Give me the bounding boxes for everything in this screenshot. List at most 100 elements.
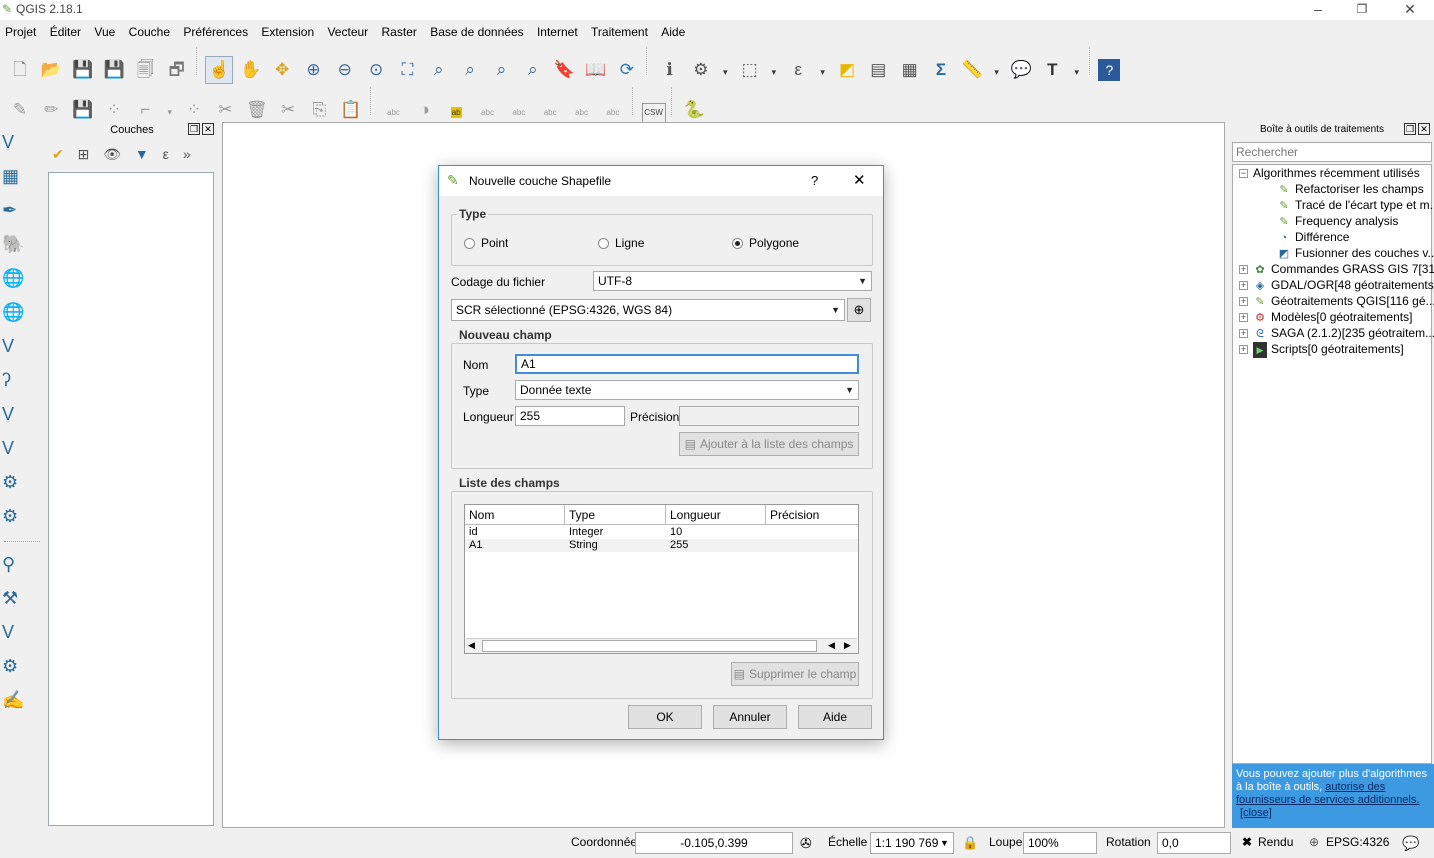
help-button[interactable]: Aide — [798, 705, 872, 729]
open-project-icon[interactable]: 📂 — [37, 56, 65, 84]
touch-zoom-icon[interactable]: ☝ — [205, 56, 234, 84]
help-icon[interactable]: ? — [1098, 59, 1121, 81]
node-tool-icon[interactable]: ⌐ — [131, 96, 159, 124]
menu-editer[interactable]: Éditer — [45, 22, 86, 42]
add-delimited-text-icon[interactable]: ✒ — [2, 194, 34, 226]
field-type-select[interactable]: Donnée texte ▼ — [515, 380, 859, 400]
save-as-icon[interactable]: 💾 — [100, 56, 128, 84]
zoom-layer-icon[interactable]: ⌕ — [456, 56, 484, 84]
dialog-help-button[interactable]: ? — [811, 173, 818, 188]
show-bookmarks-icon[interactable]: 📖 — [582, 56, 610, 84]
radio-icon[interactable] — [464, 238, 475, 250]
processing-tree[interactable]: − Algorithmes récemment utilisés ✎ Refacto… — [1232, 164, 1434, 764]
tree-item-algorithm[interactable]: ✎ Frequency analysis — [1277, 213, 1398, 229]
chevron-down-icon[interactable]: ▾ — [816, 59, 830, 87]
expand-icon[interactable]: + — [1239, 345, 1248, 355]
more-icon[interactable]: » — [183, 146, 191, 162]
tree-item-algorithm[interactable]: ◔ Différence — [1277, 229, 1350, 245]
type-point-radio[interactable]: Point — [464, 236, 508, 250]
layers-tree[interactable] — [48, 172, 214, 826]
gps-tools-icon[interactable]: ⚙ — [2, 650, 34, 682]
new-bookmark-icon[interactable]: 🔖 — [550, 56, 578, 84]
zoom-next-icon[interactable]: ⌕ — [519, 56, 547, 84]
zoom-native-icon[interactable]: ⊙ — [362, 56, 390, 84]
type-line-radio[interactable]: Ligne — [598, 236, 644, 250]
tree-item-algorithm[interactable]: ✎ Refactoriser les champs — [1277, 181, 1423, 197]
field-calculator-icon[interactable]: ▦ — [896, 56, 924, 84]
close-info-link[interactable]: [close] — [1240, 807, 1272, 819]
add-to-fields-button[interactable]: ▤ Ajouter à la liste des champs — [679, 432, 859, 456]
chevron-down-icon[interactable]: ▾ — [990, 59, 1004, 87]
crs-selector-icon[interactable]: ⊕ — [847, 298, 871, 322]
menu-vecteur[interactable]: Vecteur — [322, 22, 373, 42]
type-polygon-radio[interactable]: Polygone — [732, 236, 799, 250]
menu-raster[interactable]: Raster — [377, 22, 422, 42]
add-virtual-layer-icon[interactable]: ʔ — [2, 364, 34, 396]
minimize-button[interactable]: – — [1304, 0, 1332, 20]
add-wfs-layer-icon[interactable]: V — [2, 330, 34, 362]
move-feature-icon[interactable]: ⁘ — [180, 96, 208, 124]
advanced-digitizing-icon[interactable]: ⚒ — [2, 582, 34, 614]
scroll-left-icon[interactable]: ◀ — [468, 640, 475, 651]
close-window-button[interactable]: ✕ — [1396, 0, 1424, 20]
cancel-button[interactable]: Annuler — [713, 705, 787, 729]
messages-icon[interactable]: 💬 — [1402, 835, 1419, 852]
fields-table[interactable]: Nom Type Longueur Précision id Integer 1… — [464, 504, 859, 654]
crs-select[interactable]: SCR sélectionné (EPSG:4326, WGS 84) ▼ — [451, 299, 845, 321]
tree-item-models[interactable]: + ⚙ Modèles[0 géotraitements] — [1239, 309, 1412, 325]
digitizing-tool-icon[interactable]: ⚲ — [2, 548, 34, 580]
tree-item-gdal[interactable]: + ◈ GDAL/OGR[48 géotraitements] — [1239, 277, 1434, 293]
close-panel-icon[interactable]: ✕ — [202, 123, 214, 135]
toggle-editing-icon[interactable]: ✏ — [37, 96, 65, 124]
field-name-input[interactable]: A1 — [515, 354, 859, 374]
add-wms-layer-icon[interactable]: 🌐 — [2, 296, 34, 328]
add-feature-icon[interactable]: ⁘ — [100, 96, 128, 124]
processing-search-input[interactable]: Rechercher — [1232, 142, 1432, 162]
menu-aide[interactable]: Aide — [656, 22, 690, 42]
radio-checked-icon[interactable] — [732, 238, 743, 250]
select-features-icon[interactable]: ⬚ — [736, 56, 764, 84]
measure-icon[interactable]: 📏 — [958, 56, 986, 84]
select-by-expression-icon[interactable]: ε — [784, 56, 812, 84]
tree-item-saga[interactable]: + ᘓ SAGA (2.1.2)[235 géotraitem... — [1239, 325, 1434, 341]
menu-couche[interactable]: Couche — [124, 22, 175, 42]
collapse-icon[interactable]: − — [1239, 169, 1248, 179]
menu-internet[interactable]: Internet — [532, 22, 583, 42]
ok-button[interactable]: OK — [628, 705, 702, 729]
expand-icon[interactable]: + — [1239, 265, 1248, 275]
identify-icon[interactable]: ℹ — [656, 56, 684, 84]
save-project-icon[interactable]: 💾 — [69, 56, 97, 84]
add-raster-layer-icon[interactable]: ▦ — [2, 160, 34, 192]
add-postgis-layer-icon[interactable]: 🐘 — [2, 228, 34, 260]
tree-item-scripts[interactable]: + ▶ Scripts[0 géotraitements] — [1239, 341, 1404, 358]
lock-icon[interactable]: 🔒 — [962, 835, 978, 851]
tree-item-algorithm[interactable]: ◩ Fusionner des couches v... — [1277, 245, 1434, 261]
float-panel-icon[interactable]: ❐ — [1404, 123, 1416, 135]
close-panel-icon[interactable]: ✕ — [1418, 123, 1430, 135]
rotation-field[interactable]: 0,0 — [1157, 832, 1231, 854]
tree-item-algorithm[interactable]: ✎ Tracé de l'écart type et m... — [1277, 197, 1434, 213]
field-length-input[interactable]: 255 — [515, 406, 625, 426]
attribute-table-icon[interactable]: ▤ — [864, 56, 892, 84]
zoom-out-icon[interactable]: ⊖ — [331, 56, 359, 84]
table-row[interactable]: A1 String 255 — [465, 539, 858, 552]
copy-icon[interactable]: ⎘ — [305, 96, 333, 124]
style-manager-icon[interactable]: ✔ — [52, 146, 64, 162]
add-group-icon[interactable]: ⊞ — [78, 146, 90, 162]
zoom-selection-icon[interactable]: ⌕ — [425, 56, 453, 84]
expression-filter-icon[interactable]: ε — [163, 146, 169, 162]
deselect-all-icon[interactable]: ◩ — [833, 56, 861, 84]
menu-traitement[interactable]: Traitement — [586, 22, 653, 42]
edit-tool-icon[interactable]: ✂ — [211, 96, 239, 124]
zoom-last-icon[interactable]: ⌕ — [488, 56, 516, 84]
text-annotation-icon[interactable]: T — [1038, 56, 1066, 84]
tree-item-grass[interactable]: + ✿ Commandes GRASS GIS 7[31... — [1239, 261, 1434, 277]
expand-icon[interactable]: + — [1239, 297, 1248, 307]
remove-field-button[interactable]: ▤ Supprimer le champ — [731, 662, 859, 686]
menu-base-de-donnees[interactable]: Base de données — [425, 22, 528, 42]
coordinate-field[interactable]: -0.105,0.399 — [635, 832, 793, 854]
toggle-extents-icon[interactable]: ✇ — [800, 835, 812, 852]
expand-icon[interactable]: + — [1239, 329, 1248, 339]
column-header-name[interactable]: Nom — [465, 505, 565, 525]
field-precision-input[interactable] — [679, 406, 859, 426]
